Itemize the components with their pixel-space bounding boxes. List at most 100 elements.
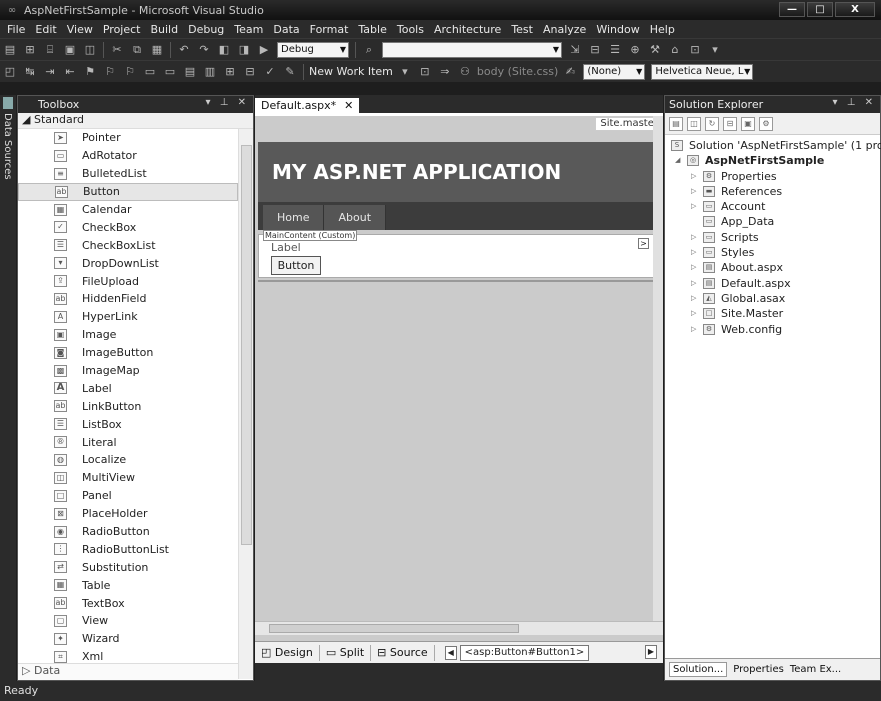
breadcrumb-forward-icon[interactable]: ▶ <box>645 645 657 659</box>
collapsed-arrow-icon[interactable]: ▷ <box>691 263 696 271</box>
aspnet-configuration-icon[interactable]: ⚙ <box>759 116 773 131</box>
toolbox-section-data[interactable]: ▷ Data <box>18 663 238 680</box>
toolbox-item-image[interactable]: ▣ Image <box>18 326 238 344</box>
tree-node-web-config[interactable]: ▷ ⚙ Web.config <box>665 322 880 337</box>
horizontal-scrollbar[interactable] <box>255 621 663 635</box>
style-application-icon[interactable]: ✍ <box>562 65 578 79</box>
close-button[interactable]: X <box>835 2 875 17</box>
tab-team-explorer[interactable]: Team Ex... <box>790 664 841 675</box>
menu-window[interactable]: Window <box>591 23 644 36</box>
clear-bookmarks-icon[interactable]: ▥ <box>202 65 218 79</box>
nav-home[interactable]: Home <box>263 205 325 230</box>
navigate-forward-icon[interactable]: ◨ <box>236 43 252 57</box>
tree-node-about-aspx[interactable]: ▷ ▤ About.aspx <box>665 260 880 275</box>
extension-manager-icon[interactable]: ⊡ <box>687 43 703 57</box>
menu-edit[interactable]: Edit <box>30 23 61 36</box>
menu-debug[interactable]: Debug <box>183 23 229 36</box>
tree-node-site-master[interactable]: ▷ □ Site.Master <box>665 306 880 321</box>
start-page-icon[interactable]: ⌂ <box>667 43 683 57</box>
breadcrumb-back-icon[interactable]: ◀ <box>444 645 457 660</box>
panel-controls[interactable]: ▾ ⊥ ✕ <box>206 97 249 108</box>
check-page-icon[interactable]: ✓ <box>262 65 278 79</box>
build-style-icon[interactable]: ✎ <box>282 65 298 79</box>
toolbox-item-checkboxlist[interactable]: ☰ CheckBoxList <box>18 236 238 254</box>
work-item-query-icon[interactable]: ⊡ <box>417 65 433 79</box>
toolbar-options-icon[interactable]: ▾ <box>707 43 723 57</box>
tree-node-account[interactable]: ▷ ▭ Account <box>665 199 880 214</box>
toolbox-item-listbox[interactable]: ☰ ListBox <box>18 415 238 433</box>
toolbox-item-button[interactable]: ab Button <box>18 182 238 201</box>
new-work-item-button[interactable]: New Work Item <box>309 65 393 78</box>
team-explorer-icon[interactable]: ⚇ <box>457 65 473 79</box>
toolbox-item-wizard[interactable]: ✦ Wizard <box>18 630 238 648</box>
menu-test[interactable]: Test <box>506 23 538 36</box>
label-control[interactable]: Label <box>271 241 301 254</box>
style-select[interactable]: (None) ▼ <box>583 63 646 80</box>
collapsed-arrow-icon[interactable]: ▷ <box>691 309 696 317</box>
toolbox-item-radiobutton[interactable]: ◉ RadioButton <box>18 523 238 541</box>
source-view-button[interactable]: ⊟ Source <box>371 644 435 661</box>
toolbox-item-dropdownlist[interactable]: ▾ DropDownList <box>18 254 238 272</box>
panel-controls[interactable]: ▾ ⊥ ✕ <box>833 97 876 108</box>
toolbox-item-placeholder[interactable]: ⊠ PlaceHolder <box>18 505 238 523</box>
collapsed-arrow-icon[interactable]: ▷ <box>691 294 696 302</box>
minimize-button[interactable]: — <box>779 2 805 17</box>
tab-order-icon[interactable]: ↹ <box>22 65 38 79</box>
toolbox-item-imagebutton[interactable]: ◙ ImageButton <box>18 344 238 362</box>
menu-data[interactable]: Data <box>268 23 304 36</box>
start-debugging-icon[interactable]: ▶ <box>256 43 272 57</box>
tree-node-default-aspx[interactable]: ▷ ▤ Default.aspx <box>665 276 880 291</box>
toolbox-scrollbar[interactable] <box>238 129 253 679</box>
data-sources-icon[interactable] <box>3 97 13 109</box>
collapsed-arrow-icon[interactable]: ▷ <box>691 172 696 180</box>
vertical-scrollbar[interactable] <box>653 116 663 621</box>
toolbox-item-imagemap[interactable]: ▩ ImageMap <box>18 362 238 380</box>
menu-project[interactable]: Project <box>98 23 146 36</box>
tree-node-app-data[interactable]: ▭ App_Data <box>665 214 880 229</box>
solution-explorer-icon[interactable]: ⊟ <box>587 43 603 57</box>
menu-team[interactable]: Team <box>229 23 268 36</box>
nav-about[interactable]: About <box>324 205 387 230</box>
toolbox-item-hyperlink[interactable]: A HyperLink <box>18 308 238 326</box>
design-surface[interactable]: Site.master MY ASP.NET APPLICATION Home … <box>255 116 663 641</box>
collapsed-arrow-icon[interactable]: ▷ <box>691 233 696 241</box>
next-bookmark-icon[interactable]: ⚐ <box>102 65 118 79</box>
redo-icon[interactable]: ↷ <box>196 43 212 57</box>
paste-icon[interactable]: ▦ <box>149 43 165 57</box>
tree-node-project[interactable]: ◢ ◎ AspNetFirstSample <box>665 153 880 168</box>
collapsed-arrow-icon[interactable]: ▷ <box>691 248 696 256</box>
tree-node-solution[interactable]: S Solution 'AspNetFirstSample' (1 project… <box>665 138 881 153</box>
toolbox-item-radiobuttonlist[interactable]: ⋮ RadioButtonList <box>18 540 238 558</box>
toolbox-item-adrotator[interactable]: ▭ AdRotator <box>18 147 238 165</box>
navigate-backward-icon[interactable]: ◧ <box>216 43 232 57</box>
menu-tools[interactable]: Tools <box>392 23 429 36</box>
collapsed-arrow-icon[interactable]: ▷ <box>691 279 696 287</box>
smart-tag-icon[interactable]: > <box>638 238 649 249</box>
toggle-bookmark-icon[interactable]: ▤ <box>182 65 198 79</box>
bookmark-icon[interactable]: ⚑ <box>82 65 98 79</box>
toolbox-item-calendar[interactable]: ▦ Calendar <box>18 201 238 219</box>
menu-architecture[interactable]: Architecture <box>429 23 506 36</box>
expanded-arrow-icon[interactable]: ◢ <box>675 156 680 164</box>
toolbox-item-view[interactable]: ▢ View <box>18 612 238 630</box>
tree-node-styles[interactable]: ▷ ▭ Styles <box>665 245 880 260</box>
tree-node-scripts[interactable]: ▷ ▭ Scripts <box>665 230 880 245</box>
button-control[interactable]: Button <box>271 256 321 275</box>
refresh-icon[interactable]: ↻ <box>705 116 719 131</box>
toolbox-item-fileupload[interactable]: ⇪ FileUpload <box>18 272 238 290</box>
toolbox-item-substitution[interactable]: ⇄ Substitution <box>18 558 238 576</box>
menu-table[interactable]: Table <box>353 23 391 36</box>
menu-build[interactable]: Build <box>145 23 183 36</box>
toolbox-item-table[interactable]: ▦ Table <box>18 576 238 594</box>
toolbox-item-textbox[interactable]: ab TextBox <box>18 594 238 612</box>
collapsed-arrow-icon[interactable]: ▷ <box>691 325 696 333</box>
data-sources-tab[interactable]: Data Sources <box>2 113 13 180</box>
comment-icon[interactable]: ▭ <box>142 65 158 79</box>
breadcrumb[interactable]: <asp:Button#Button1> <box>459 644 590 661</box>
toolbox-item-hiddenfield[interactable]: ab HiddenField <box>18 290 238 308</box>
toolbox-item-literal[interactable]: ® Literal <box>18 433 238 451</box>
view-designer-icon[interactable]: ▣ <box>741 116 755 131</box>
collapsed-arrow-icon[interactable]: ▷ <box>691 202 696 210</box>
toolbox-item-linkbutton[interactable]: ab LinkButton <box>18 397 238 415</box>
dropdown-arrow-icon[interactable]: ▾ <box>397 65 413 79</box>
